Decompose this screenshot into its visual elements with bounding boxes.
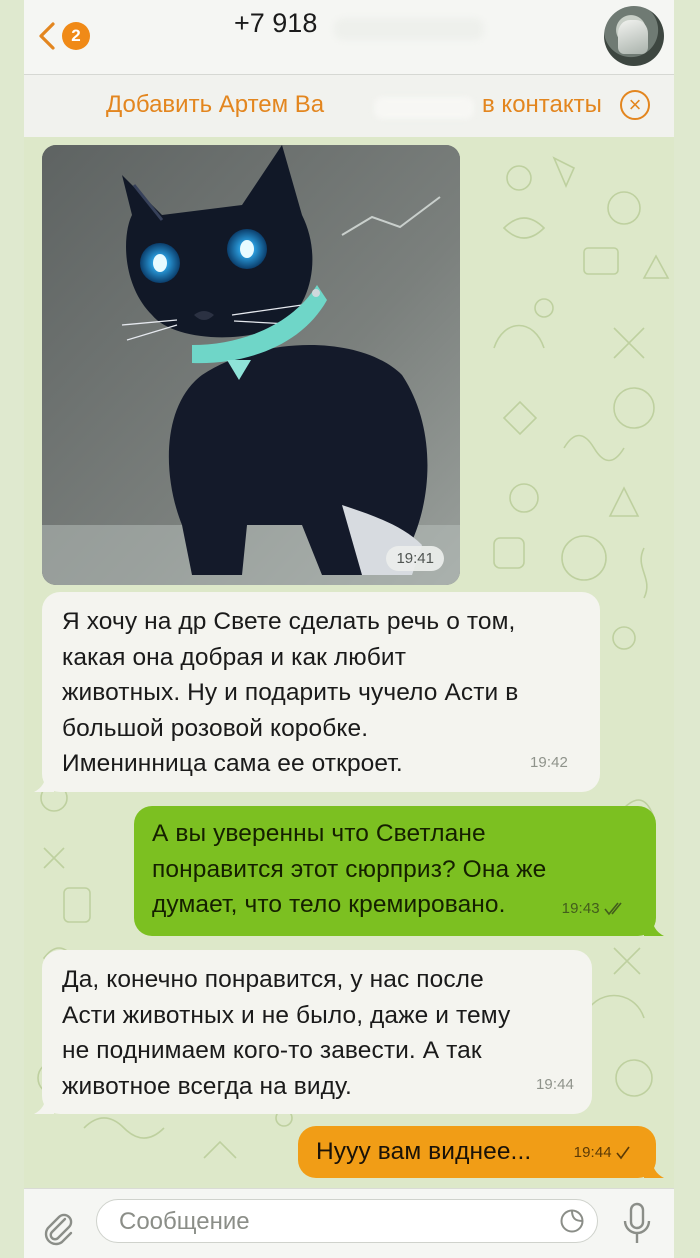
message-time: 19:43 bbox=[562, 891, 626, 927]
bubble-tail bbox=[644, 916, 664, 936]
back-button[interactable]: 2 bbox=[36, 18, 96, 54]
bubble-tail bbox=[644, 1158, 664, 1178]
redacted-phone-blur bbox=[334, 18, 484, 40]
message-time: 19:44 bbox=[574, 1135, 630, 1171]
message-time-text: 19:43 bbox=[561, 899, 600, 917]
microphone-icon[interactable] bbox=[620, 1201, 654, 1247]
message-time-text: 19:44 bbox=[573, 1143, 612, 1161]
paperclip-icon[interactable] bbox=[38, 1207, 78, 1247]
message-time: 19:42 bbox=[529, 753, 568, 771]
message-text: Да, конечно понравится, у нас после Асти… bbox=[62, 966, 511, 1100]
contact-avatar[interactable] bbox=[604, 6, 664, 66]
double-check-icon bbox=[604, 902, 622, 915]
close-circle-icon[interactable]: × bbox=[620, 90, 650, 120]
photo-message[interactable]: 19:41 bbox=[42, 145, 460, 585]
add-contact-bar[interactable]: Добавить Артем Ва в контакты × bbox=[24, 75, 674, 137]
outgoing-message[interactable]: А вы уверенны что Светлане понравится эт… bbox=[134, 806, 664, 936]
outgoing-message[interactable]: Нууу вам виднее... 19:44 bbox=[298, 1126, 664, 1178]
message-field[interactable] bbox=[96, 1199, 598, 1243]
avatar-figure bbox=[618, 20, 648, 54]
chat-title[interactable]: +7 918 bbox=[234, 8, 317, 39]
message-input[interactable] bbox=[117, 1206, 541, 1238]
bubble-tail bbox=[34, 772, 54, 792]
message-input-bar bbox=[24, 1188, 674, 1258]
back-chevron-icon bbox=[39, 22, 55, 50]
unread-badge: 2 bbox=[62, 22, 90, 50]
single-check-icon bbox=[616, 1146, 630, 1159]
redacted-name-blur bbox=[374, 97, 474, 119]
chat-screen: 2 +7 918 Добавить Артем Ва в контакты × bbox=[0, 0, 700, 1258]
add-contact-text-end[interactable]: в контакты bbox=[482, 91, 602, 119]
chat-header: 2 +7 918 bbox=[24, 0, 674, 75]
message-time: 19:44 bbox=[535, 1075, 574, 1093]
message-text: Я хочу на др Свете сделать речь о том, к… bbox=[62, 608, 519, 777]
incoming-message[interactable]: Да, конечно понравится, у нас после Асти… bbox=[34, 950, 592, 1114]
sticker-icon[interactable] bbox=[559, 1208, 585, 1234]
bubble-tail bbox=[34, 1094, 54, 1114]
message-time: 19:41 bbox=[386, 546, 444, 571]
incoming-message[interactable]: Я хочу на др Свете сделать речь о том, к… bbox=[34, 592, 600, 792]
add-contact-text-start[interactable]: Добавить Артем Ва bbox=[106, 91, 324, 119]
cat-photo bbox=[42, 145, 460, 585]
